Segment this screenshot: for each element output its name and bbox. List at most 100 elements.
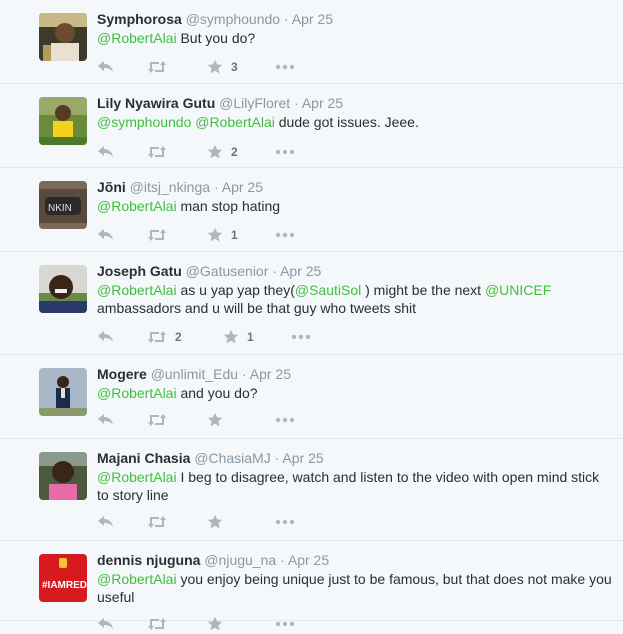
favorite-count: 2	[231, 145, 238, 159]
separator-dot: ·	[280, 552, 285, 568]
retweet-button[interactable]	[147, 57, 167, 77]
user-handle[interactable]: @itsj_nkinga	[130, 179, 210, 195]
tweet-timestamp[interactable]: Apr 25	[292, 11, 333, 27]
reply-icon[interactable]	[97, 512, 115, 532]
retweet-count: 2	[175, 330, 182, 344]
user-handle[interactable]: @LilyFloret	[219, 95, 290, 111]
reply-icon[interactable]	[97, 410, 115, 430]
user-fullname[interactable]: Symphorosa	[97, 11, 182, 27]
favorite-button[interactable]	[207, 410, 223, 430]
mention-link[interactable]: @RobertAlai	[97, 571, 177, 587]
favorite-count: 1	[247, 330, 254, 344]
separator-dot: ·	[272, 263, 277, 279]
retweet-button[interactable]	[147, 142, 167, 162]
mention-link[interactable]: @symphoundo	[97, 114, 191, 130]
user-fullname[interactable]: Jõni	[97, 179, 126, 195]
user-fullname[interactable]: Mogere	[97, 366, 147, 382]
tweet-timestamp[interactable]: Apr 25	[280, 263, 321, 279]
favorite-button[interactable]: 2	[207, 142, 238, 162]
tweet-text-segment: as u yap yap they(	[176, 282, 295, 298]
tweet-timestamp[interactable]: Apr 25	[288, 552, 329, 568]
separator-dot: ·	[294, 95, 299, 111]
retweet-icon	[147, 617, 167, 631]
favorite-button[interactable]: 1	[207, 225, 238, 245]
star-icon	[207, 59, 223, 75]
favorite-button[interactable]: 3	[207, 57, 238, 77]
mention-link[interactable]: @RobertAlai	[97, 282, 177, 298]
tweet[interactable]: NKIN Jõni @itsj_nkinga · Apr 25 @RobertA…	[0, 168, 623, 252]
retweet-icon	[147, 413, 167, 427]
avatar[interactable]	[39, 97, 87, 145]
svg-text:NKIN: NKIN	[48, 203, 72, 214]
favorite-button[interactable]: 1	[223, 327, 254, 347]
user-fullname[interactable]: dennis njuguna	[97, 552, 200, 568]
tweet-content: Joseph Gatu @Gatusenior · Apr 25 @Robert…	[97, 262, 613, 317]
retweet-button[interactable]	[147, 410, 167, 430]
tweet-timestamp[interactable]: Apr 25	[222, 179, 263, 195]
reply-icon[interactable]	[97, 225, 115, 245]
tweet-text-segment: ambassadors and u will be that guy who t…	[97, 300, 417, 316]
mention-link[interactable]: @UNICEF	[485, 282, 551, 298]
tweet-content: Jõni @itsj_nkinga · Apr 25 @RobertAlai m…	[97, 178, 613, 215]
tweet-content: Majani Chasia @ChasiaMJ · Apr 25 @Robert…	[97, 449, 613, 504]
more-options-icon[interactable]	[275, 57, 295, 77]
user-handle[interactable]: @symphoundo	[186, 11, 280, 27]
retweet-button[interactable]: 2	[147, 327, 182, 347]
reply-icon[interactable]	[97, 142, 115, 162]
mention-link[interactable]: @RobertAlai	[97, 198, 177, 214]
user-handle[interactable]: @unlimit_Edu	[151, 366, 238, 382]
tweet-text-segment: and you do?	[176, 385, 258, 401]
retweet-icon	[147, 60, 167, 74]
user-fullname[interactable]: Lily Nyawira Gutu	[97, 95, 215, 111]
tweet-actions	[0, 614, 623, 634]
mention-link[interactable]: @RobertAlai	[97, 469, 177, 485]
more-options-icon[interactable]	[275, 142, 295, 162]
user-fullname[interactable]: Joseph Gatu	[97, 263, 182, 279]
reply-icon[interactable]	[97, 327, 115, 347]
user-handle[interactable]: @njugu_na	[204, 552, 276, 568]
tweet-text: @RobertAlai But you do?	[97, 29, 613, 47]
tweet-timestamp[interactable]: Apr 25	[250, 366, 291, 382]
tweet[interactable]: Majani Chasia @ChasiaMJ · Apr 25 @Robert…	[0, 439, 623, 541]
more-options-icon[interactable]	[275, 410, 295, 430]
tweet-timestamp[interactable]: Apr 25	[282, 450, 323, 466]
user-handle[interactable]: @Gatusenior	[186, 263, 269, 279]
user-handle[interactable]: @ChasiaMJ	[194, 450, 270, 466]
reply-icon[interactable]	[97, 57, 115, 77]
more-options-icon[interactable]	[291, 327, 311, 347]
avatar[interactable]	[39, 13, 87, 61]
mention-link[interactable]: @SautiSol	[295, 282, 361, 298]
favorite-button[interactable]	[207, 512, 223, 532]
avatar[interactable]: NKIN	[39, 181, 87, 229]
retweet-icon	[147, 515, 167, 529]
tweet-timestamp[interactable]: Apr 25	[302, 95, 343, 111]
mention-link[interactable]: @RobertAlai	[97, 385, 177, 401]
mention-link[interactable]: @RobertAlai	[97, 30, 177, 46]
retweet-button[interactable]	[147, 512, 167, 532]
tweet[interactable]: Symphorosa @symphoundo · Apr 25 @RobertA…	[0, 0, 623, 84]
favorite-button[interactable]	[207, 614, 223, 634]
tweet[interactable]: #IAMRED dennis njuguna @njugu_na · Apr 2…	[0, 541, 623, 631]
retweet-button[interactable]	[147, 614, 167, 634]
tweet[interactable]: Joseph Gatu @Gatusenior · Apr 25 @Robert…	[0, 252, 623, 355]
more-options-icon[interactable]	[275, 512, 295, 532]
star-icon	[207, 227, 223, 243]
avatar[interactable]	[39, 452, 87, 500]
separator-dot: ·	[274, 450, 280, 466]
avatar[interactable]	[39, 368, 87, 416]
favorite-count: 3	[231, 60, 238, 74]
more-options-icon[interactable]	[275, 225, 295, 245]
star-icon	[207, 144, 223, 160]
mention-link[interactable]: @RobertAlai	[195, 114, 275, 130]
tweet[interactable]: Mogere @unlimit_Edu · Apr 25 @RobertAlai…	[0, 355, 623, 439]
more-options-icon[interactable]	[275, 614, 295, 634]
iamred-logo-text: #IAMRED	[42, 580, 87, 591]
tweet-text-segment: man stop hating	[176, 198, 281, 214]
tweet-content: Symphorosa @symphoundo · Apr 25 @RobertA…	[97, 10, 613, 47]
tweet[interactable]: Lily Nyawira Gutu @LilyFloret · Apr 25 @…	[0, 84, 623, 168]
avatar[interactable]: #IAMRED	[39, 554, 87, 602]
avatar[interactable]	[39, 265, 87, 313]
user-fullname[interactable]: Majani Chasia	[97, 450, 190, 466]
reply-icon[interactable]	[97, 614, 115, 634]
retweet-button[interactable]	[147, 225, 167, 245]
